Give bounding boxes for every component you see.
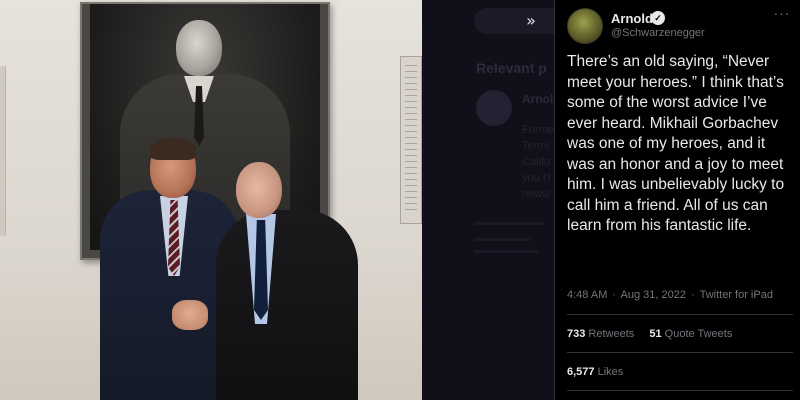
- tweet-source[interactable]: Twitter for iPad: [700, 289, 773, 301]
- tweet-text: There’s an old saying, “Never meet your …: [567, 53, 785, 234]
- dim-divider: [474, 238, 530, 241]
- user-handle[interactable]: @Schwarzenegger: [611, 27, 705, 39]
- dimmed-background[interactable]: » Relevant p Arnold Forme Termi Califo y…: [422, 0, 554, 400]
- dim-name: Arnold: [522, 92, 554, 106]
- display-name[interactable]: Arnold: [611, 11, 653, 26]
- dim-bio-line: Termi: [522, 140, 549, 152]
- tweet-stats: 733 Retweets 51 Quote Tweets: [567, 328, 744, 340]
- dim-bio-line: newsl: [522, 188, 551, 200]
- tweet-date[interactable]: Aug 31, 2022: [621, 289, 686, 301]
- dim-divider: [474, 250, 538, 253]
- tweet-panel: Arnold ✓ @Schwarzenegger ··· There’s an …: [554, 0, 800, 400]
- retweets-link[interactable]: 733 Retweets: [567, 328, 637, 340]
- dim-bio-line: you I'l: [522, 172, 551, 184]
- dim-bio-line: Califo: [522, 156, 551, 168]
- divider: [567, 390, 793, 391]
- retweets-count: 733: [567, 328, 586, 340]
- avatar[interactable]: [567, 8, 603, 44]
- tweet-photo[interactable]: [0, 0, 422, 400]
- quote-tweets-label: Quote Tweets: [664, 328, 733, 340]
- likes-link[interactable]: 6,577 Likes: [567, 366, 623, 378]
- dim-bio-line: Forme: [522, 124, 554, 136]
- meta-separator: ·: [691, 289, 695, 301]
- dim-heading: Relevant p: [476, 60, 547, 76]
- meta-separator: ·: [612, 289, 617, 301]
- quote-tweets-link[interactable]: 51 Quote Tweets: [649, 328, 732, 340]
- dim-divider: [474, 222, 544, 225]
- likes-count: 6,577: [567, 366, 595, 378]
- divider: [567, 314, 793, 315]
- right-wall-plaque: [400, 56, 422, 224]
- verified-badge-icon: ✓: [651, 11, 665, 25]
- dim-avatar: [476, 90, 512, 126]
- expand-icon[interactable]: »: [516, 8, 546, 34]
- tweet-meta: 4:48 AM · Aug 31, 2022 · Twitter for iPa…: [567, 289, 773, 301]
- quote-tweets-count: 51: [649, 328, 662, 340]
- likes-label: Likes: [597, 366, 624, 378]
- more-options-icon[interactable]: ···: [771, 6, 793, 22]
- handshake: [172, 300, 208, 330]
- retweets-label: Retweets: [588, 328, 635, 340]
- divider: [567, 352, 793, 353]
- left-wall-frame: [0, 66, 6, 236]
- tweet-time[interactable]: 4:48 AM: [567, 289, 607, 301]
